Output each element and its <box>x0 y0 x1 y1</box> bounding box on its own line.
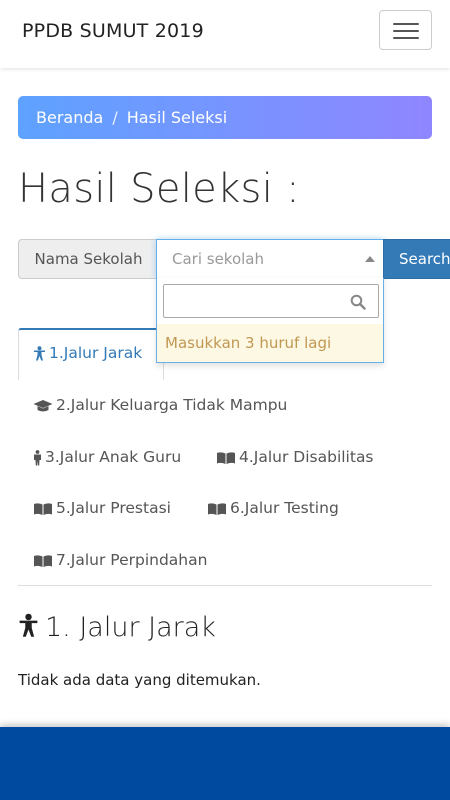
hamburger-icon-bar <box>393 23 419 25</box>
tab-label: 1.Jalur Jarak <box>49 344 143 362</box>
tab-label: 6.Jalur Testing <box>230 499 339 517</box>
tab-jalur-prestasi[interactable]: 5.Jalur Prestasi <box>33 499 171 517</box>
tab-jalur-testing[interactable]: 6.Jalur Testing <box>207 499 339 517</box>
school-select-dropdown: Masukkan 3 huruf lagi <box>156 278 384 363</box>
book-icon <box>208 502 226 515</box>
school-select-placeholder: Cari sekolah <box>172 250 265 268</box>
breadcrumb-current: Hasil Seleksi <box>126 108 228 127</box>
book-icon <box>34 502 52 515</box>
school-name-addon: Nama Sekolah <box>18 239 158 279</box>
page-title: Hasil Seleksi : <box>18 166 300 212</box>
breadcrumb-home-link[interactable]: Beranda <box>36 108 103 127</box>
tab-jalur-perpindahan[interactable]: 7.Jalur Perpindahan <box>33 551 207 569</box>
caret-up-icon <box>365 256 375 262</box>
tab-label: 3.Jalur Anak Guru <box>45 448 182 466</box>
empty-result-message: Tidak ada data yang ditemukan. <box>18 671 261 689</box>
section-title: 1. Jalur Jarak <box>18 612 216 643</box>
top-navbar: PPDB SUMUT 2019 <box>0 0 450 68</box>
tab-jalur-anak-guru[interactable]: 3.Jalur Anak Guru <box>33 448 181 466</box>
hamburger-icon-bar <box>393 37 419 39</box>
search-icon <box>350 294 366 310</box>
tab-jalur-keluarga-tidak-mampu[interactable]: 2.Jalur Keluarga Tidak Mampu <box>33 396 287 414</box>
tab-jalur-disabilitas[interactable]: 4.Jalur Disabilitas <box>216 448 374 466</box>
book-icon <box>34 554 52 567</box>
child-icon <box>19 613 38 637</box>
tab-label: 5.Jalur Prestasi <box>56 499 171 517</box>
tab-jalur-jarak[interactable]: 1.Jalur Jarak <box>18 328 164 380</box>
graduation-cap-icon <box>33 399 53 411</box>
site-brand[interactable]: PPDB SUMUT 2019 <box>22 20 204 42</box>
male-icon <box>34 449 41 465</box>
school-select[interactable]: Cari sekolah <box>156 239 384 279</box>
child-icon <box>34 346 45 361</box>
tab-label: 4.Jalur Disabilitas <box>239 448 374 466</box>
page-footer <box>0 727 450 800</box>
dropdown-search-input[interactable] <box>163 284 379 318</box>
tabs-divider <box>18 585 432 586</box>
hamburger-icon-bar <box>393 30 419 32</box>
breadcrumb-separator: / <box>112 108 118 127</box>
breadcrumb: Beranda / Hasil Seleksi <box>18 96 432 139</box>
section-title-text: 1. Jalur Jarak <box>45 612 216 643</box>
tab-label: 2.Jalur Keluarga Tidak Mampu <box>56 396 288 414</box>
book-icon <box>217 451 235 464</box>
search-button[interactable]: Search <box>383 239 450 279</box>
menu-toggle-button[interactable] <box>379 10 432 50</box>
dropdown-hint-message: Masukkan 3 huruf lagi <box>157 324 383 362</box>
tab-label: 7.Jalur Perpindahan <box>56 551 208 569</box>
